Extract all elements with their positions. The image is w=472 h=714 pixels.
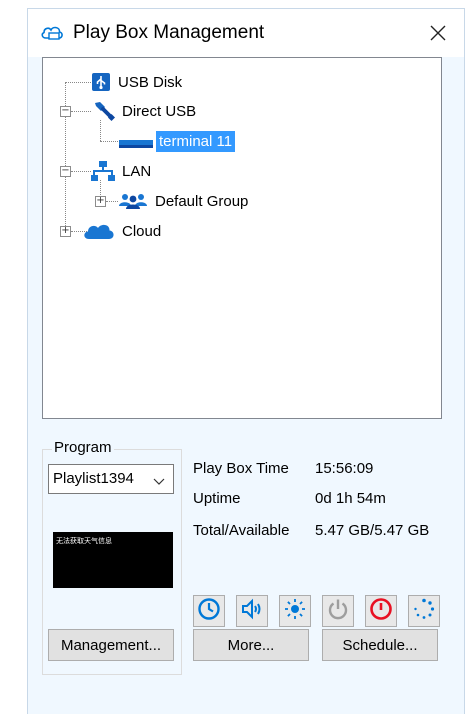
schedule-button-label: Schedule... [342, 636, 418, 654]
power-icon [326, 597, 350, 626]
direct-usb-expander[interactable]: − [60, 106, 71, 117]
tree-item-label: Direct USB [122, 102, 197, 120]
shutdown-button[interactable] [365, 595, 397, 627]
default-group-expander[interactable]: + [95, 196, 106, 207]
tree-item-label: terminal 11 [156, 130, 236, 152]
program-select-value: Playlist1394 [53, 470, 134, 487]
usb-icon [91, 72, 111, 92]
play-box-time-value: 15:56:09 [315, 460, 374, 477]
window-title: Play Box Management [73, 22, 265, 43]
restart-button[interactable] [322, 595, 354, 627]
clock-icon [197, 597, 221, 626]
preview-text: 无法获取天气信息 [56, 537, 112, 545]
tree-item-default-group[interactable]: Default Group [118, 188, 248, 214]
tree-item-label: Default Group [155, 192, 249, 210]
tree-item-label: Cloud [122, 222, 162, 240]
tree-item-label: USB Disk [118, 73, 183, 91]
close-icon[interactable] [428, 23, 448, 43]
lan-expander[interactable]: − [60, 166, 71, 177]
time-sync-button[interactable] [193, 595, 225, 627]
refresh-button[interactable] [408, 595, 440, 627]
play-box-time-label: Play Box Time [193, 460, 289, 477]
power-off-icon [369, 597, 393, 626]
storage-label: Total/Available [193, 522, 290, 539]
usb-cable-icon [91, 100, 115, 122]
program-group-label: Program [52, 439, 114, 456]
more-button[interactable]: More... [193, 629, 309, 661]
tree-item-direct-usb[interactable]: Direct USB [91, 98, 196, 124]
uptime-label: Uptime [193, 490, 241, 507]
tree-item-lan[interactable]: LAN [91, 158, 151, 184]
storage-value: 5.47 GB/5.47 GB [315, 522, 430, 539]
title-bar: Play Box Management [28, 9, 464, 57]
loading-icon [412, 597, 436, 626]
tree-item-label: LAN [122, 162, 152, 180]
more-button-label: More... [227, 636, 275, 654]
network-icon [91, 160, 115, 182]
cloud-box-icon [40, 24, 64, 47]
group-icon [118, 192, 148, 210]
program-select[interactable]: Playlist1394 [48, 464, 174, 494]
terminal-device-icon [118, 131, 154, 151]
cloud-icon [83, 222, 115, 240]
brightness-button[interactable] [279, 595, 311, 627]
program-preview: 无法获取天气信息 [53, 532, 173, 588]
schedule-button[interactable]: Schedule... [322, 629, 438, 661]
volume-icon [240, 597, 264, 626]
volume-button[interactable] [236, 595, 268, 627]
management-button[interactable]: Management... [48, 629, 174, 661]
cloud-expander[interactable]: + [60, 226, 71, 237]
brightness-icon [283, 597, 307, 626]
tree-item-cloud[interactable]: Cloud [83, 218, 161, 244]
management-button-label: Management... [60, 636, 162, 654]
chevron-down-icon [153, 473, 165, 490]
uptime-value: 0d 1h 54m [315, 490, 386, 507]
tree-item-terminal[interactable]: terminal 11 [118, 128, 236, 154]
play-box-management-window: Play Box Management − − + + USB Disk Dir… [27, 8, 465, 714]
device-tree[interactable]: − − + + USB Disk Direct USB terminal 11 … [42, 57, 442, 419]
tree-item-usb-disk[interactable]: USB Disk [91, 69, 182, 95]
